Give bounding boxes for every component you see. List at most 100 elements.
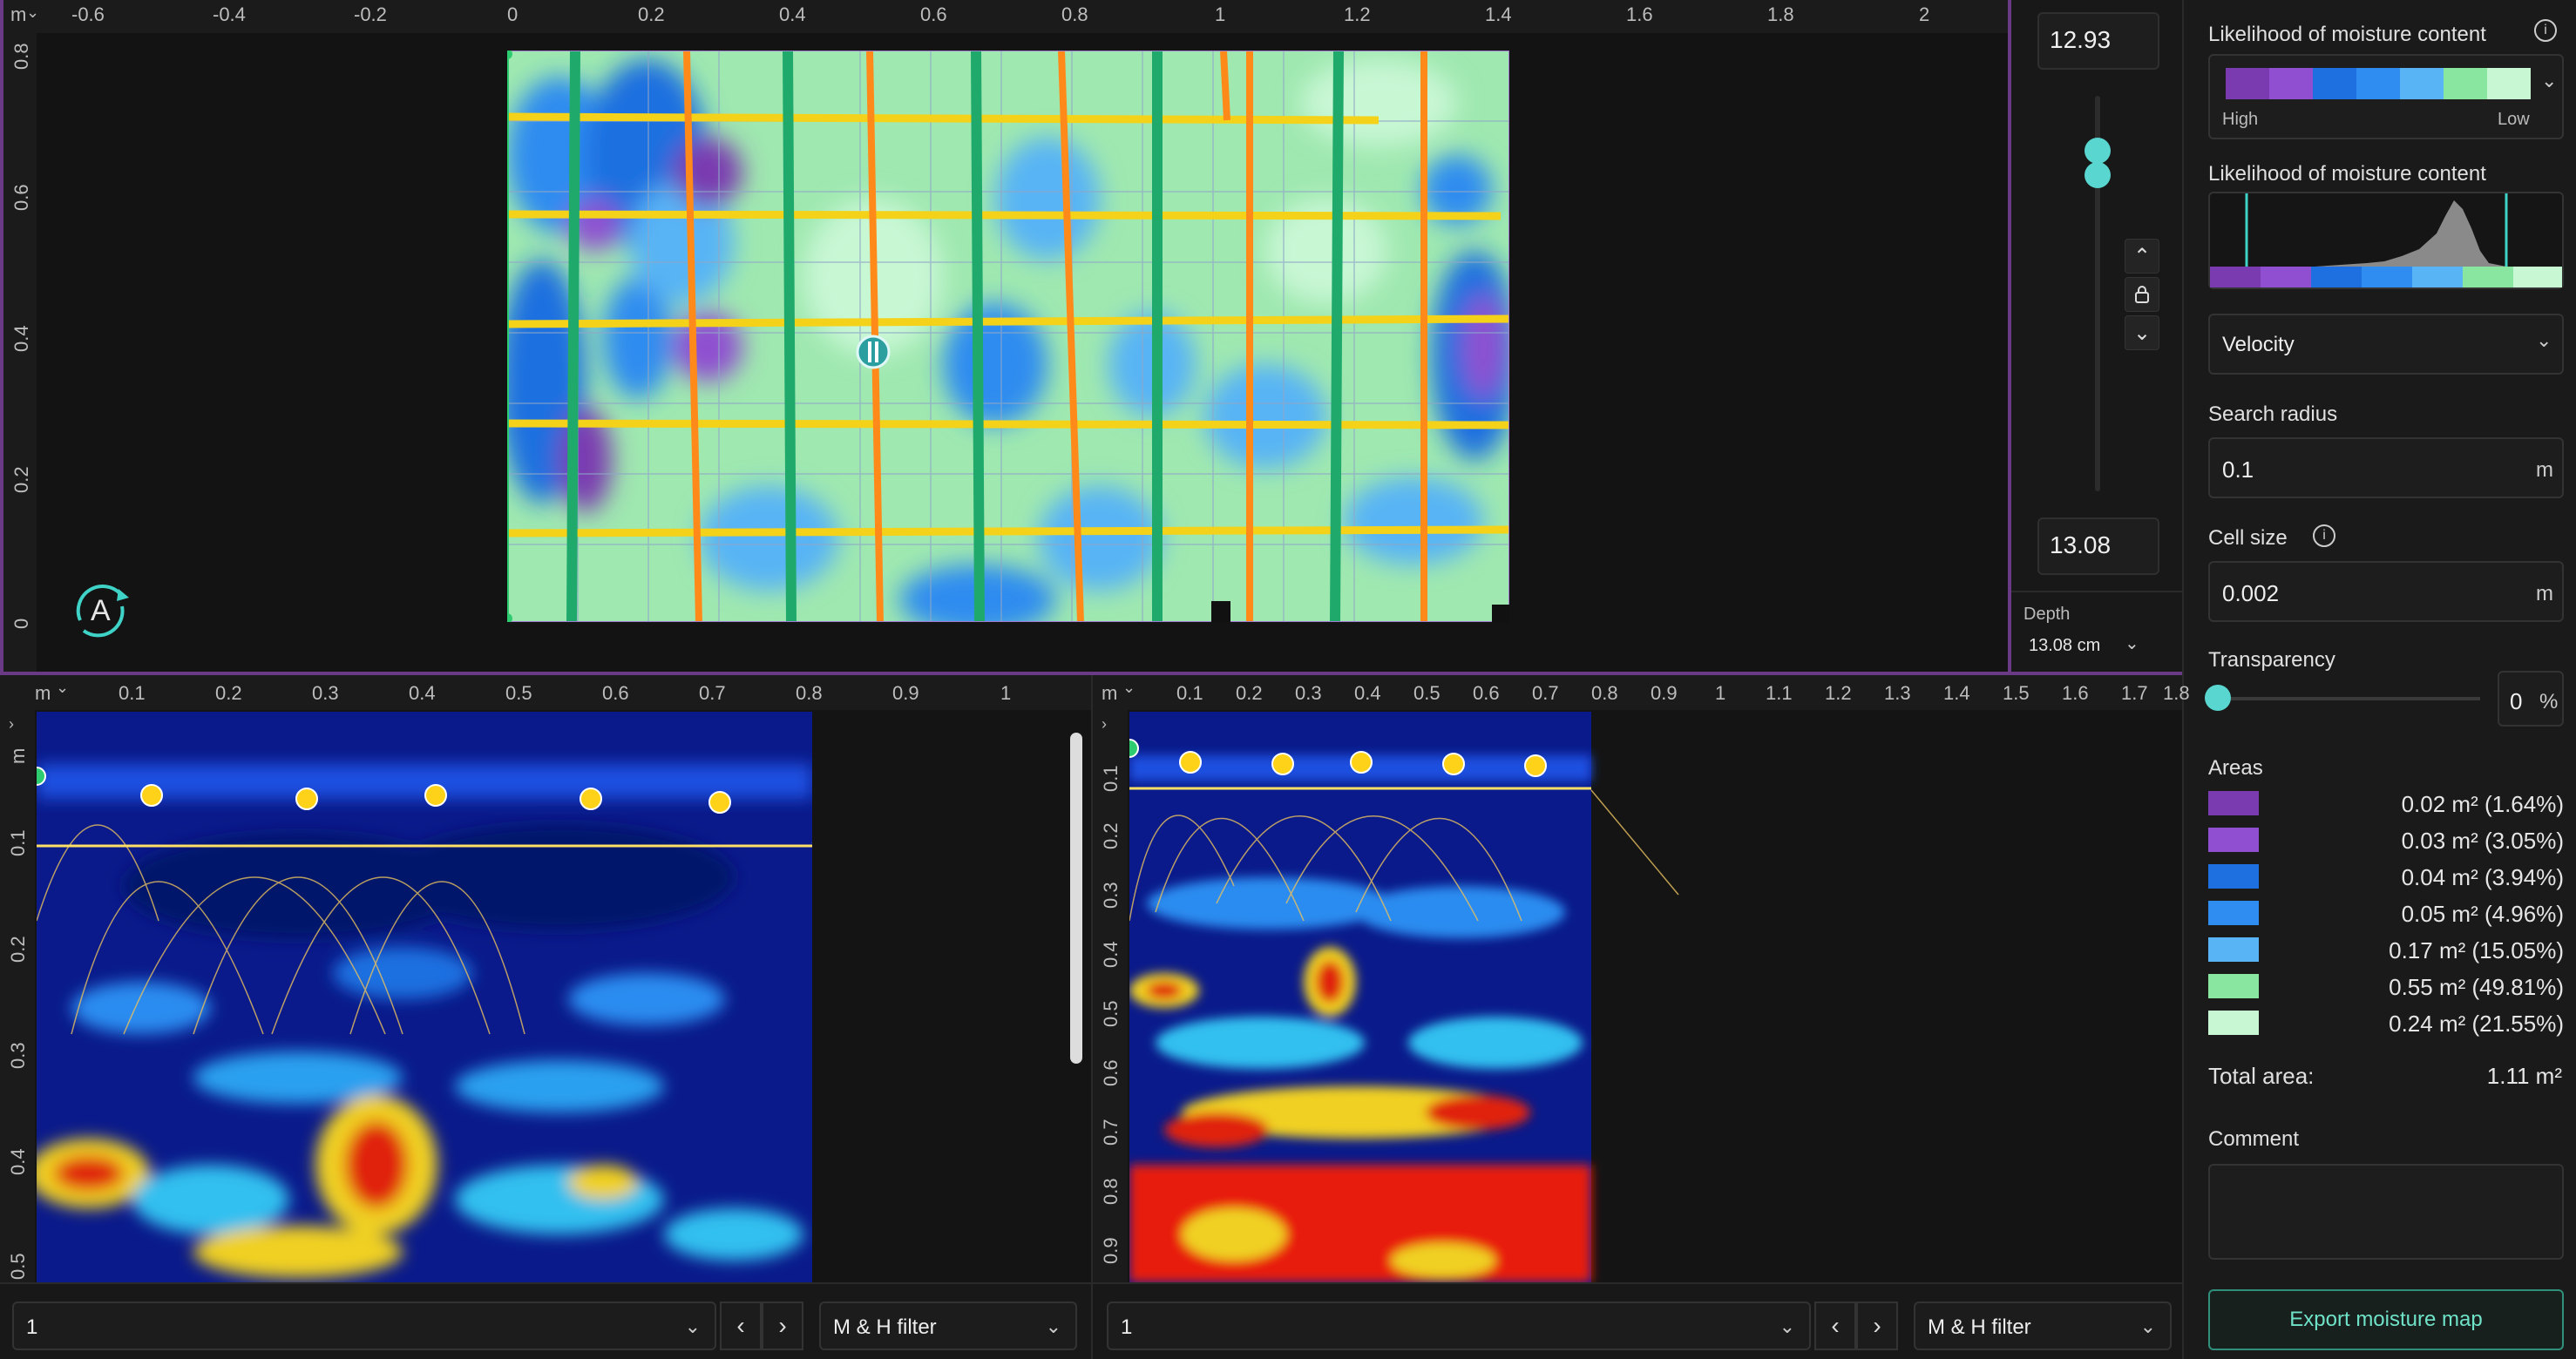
total-area-label: Total area: [2208, 1063, 2315, 1089]
radar-y-tick: 0.4 [1100, 941, 1122, 968]
area-value: 0.03 m² (3.05%) [2401, 828, 2564, 854]
north-compass[interactable]: A [66, 577, 136, 646]
prev-line-button[interactable]: ‹ [720, 1302, 762, 1350]
lock-icon[interactable] [2125, 277, 2159, 312]
radar-y-tick: 0.1 [7, 829, 29, 856]
map-x-tick: 0.8 [1061, 3, 1088, 25]
unit-chevron-icon[interactable]: ⌄ [1122, 679, 1135, 697]
area-row: 0.02 m² (1.64%) [2208, 788, 2564, 819]
map-y-tick: 0.6 [10, 184, 32, 211]
moisture-map-canvas[interactable] [507, 51, 1509, 622]
area-swatch [2208, 1011, 2259, 1035]
depth-value[interactable]: 13.08 cm [2029, 636, 2100, 656]
radar-x-tick: 1.1 [1766, 682, 1793, 704]
radar-y-tick: 0.1 [1100, 765, 1122, 792]
chevron-left-icon: ‹ [736, 1312, 745, 1339]
radargram-left-image[interactable] [37, 712, 812, 1282]
transparency-slider-handle[interactable] [2205, 685, 2231, 711]
radar-x-tick: 1.2 [1825, 682, 1852, 704]
velocity-dropdown[interactable]: Velocity ⌄ [2208, 314, 2564, 375]
transparency-unit: % [2539, 690, 2559, 713]
radargram-right-image[interactable] [1129, 712, 1739, 1282]
radar-y-tick: 0.2 [1100, 822, 1122, 849]
map-position-marker[interactable] [856, 335, 891, 369]
radar-y-tick: 0.8 [1100, 1178, 1122, 1205]
radar-right-toolbar: 1 ⌄ ‹ › M & H filter ⌄ [1093, 1282, 2182, 1359]
radar-x-tick: 0.6 [602, 682, 629, 704]
radar-left-toolbar: 1 ⌄ ‹ › M & H filter ⌄ [0, 1282, 1091, 1359]
radar-y-tick: 0.2 [7, 936, 29, 963]
radar-y-unit: m [7, 747, 29, 764]
export-moisture-map-button[interactable]: Export moisture map [2208, 1289, 2564, 1350]
divider [2011, 591, 2182, 592]
radar-y-tick: 0.7 [1100, 1119, 1122, 1146]
filter-select[interactable]: M & H filter ⌄ [819, 1302, 1077, 1350]
radar-right-y-ruler: › 0.1 0.2 0.3 0.4 0.5 0.6 0.7 0.8 0.9 [1093, 710, 1128, 1282]
transparency-slider-track[interactable] [2219, 697, 2480, 700]
unit-chevron-icon[interactable]: ⌄ [56, 679, 69, 697]
area-swatch [2208, 828, 2259, 852]
line-select[interactable]: 1 ⌄ [12, 1302, 716, 1350]
unit-chevron-icon[interactable]: › [9, 715, 14, 734]
area-swatch [2208, 791, 2259, 815]
radar-left-y-ruler: › m 0.1 0.2 0.3 0.4 0.5 [0, 710, 35, 1282]
search-radius-unit: m [2536, 458, 2553, 482]
filter-select[interactable]: M & H filter ⌄ [1914, 1302, 2172, 1350]
next-line-button[interactable]: › [762, 1302, 803, 1350]
radar-x-tick: 1.6 [2062, 682, 2089, 704]
chevron-up-icon[interactable]: ⌃ [2125, 239, 2159, 274]
chevron-down-icon: ⌄ [1779, 1315, 1795, 1337]
map-x-tick: 1.4 [1485, 3, 1512, 25]
radar-y-tick: 0.9 [1100, 1237, 1122, 1264]
info-icon[interactable]: i [2313, 524, 2335, 547]
map-y-tick: 0.4 [10, 325, 32, 352]
area-swatch [2208, 974, 2259, 998]
radar-x-tick: 1.7 [2121, 682, 2148, 704]
depth-bottom-field[interactable]: 13.08 [2037, 517, 2159, 575]
radar-x-tick: 0.1 [1176, 682, 1203, 704]
map-x-tick: 0.6 [920, 3, 947, 25]
info-icon[interactable]: i [2534, 19, 2557, 42]
area-value: 0.02 m² (1.64%) [2401, 791, 2564, 817]
map-y-ruler: 0.8 0.6 0.4 0.2 0 [3, 33, 37, 672]
depth-slider-handle-top[interactable] [2085, 138, 2111, 164]
comment-textarea[interactable] [2208, 1164, 2564, 1260]
radargram-right[interactable]: m ⌄ 0.1 0.2 0.3 0.4 0.5 0.6 0.7 0.8 0.9 … [1093, 675, 2190, 1359]
chevron-down-icon: ⌄ [2139, 1315, 2156, 1337]
radar-x-tick: 1.4 [1943, 682, 1970, 704]
search-radius-value: 0.1 [2222, 456, 2254, 483]
next-line-button[interactable]: › [1856, 1302, 1898, 1350]
radar-y-tick: 0.3 [1100, 882, 1122, 909]
radargram-left[interactable]: m ⌄ 0.1 0.2 0.3 0.4 0.5 0.6 0.7 0.8 0.9 … [0, 675, 1093, 1359]
radar-x-tick: 0.1 [119, 682, 146, 704]
unit-chevron-icon[interactable]: ⌄ [26, 3, 39, 22]
radar-x-tick: 0.9 [892, 682, 919, 704]
vertical-scrollbar[interactable] [1070, 733, 1082, 1064]
search-radius-field[interactable]: 0.1 m [2208, 437, 2564, 498]
moisture-map-view[interactable]: m ⌄ -0.6 -0.4 -0.2 0 0.2 0.4 0.6 0.8 1 1… [0, 0, 2011, 675]
area-row: 0.55 m² (49.81%) [2208, 970, 2564, 1002]
depth-chevron-icon[interactable]: ⌄ [2125, 632, 2139, 654]
moisture-histogram[interactable] [2208, 192, 2564, 289]
line-select-value: 1 [26, 1315, 38, 1339]
radar-x-tick: 0.2 [1236, 682, 1263, 704]
line-select[interactable]: 1 ⌄ [1107, 1302, 1811, 1350]
prev-line-button[interactable]: ‹ [1814, 1302, 1856, 1350]
line-select-value: 1 [1121, 1315, 1133, 1339]
unit-chevron-icon[interactable]: › [1102, 715, 1107, 734]
map-x-tick: 1.2 [1344, 3, 1371, 25]
radar-y-tick: 0.4 [7, 1148, 29, 1175]
area-row: 0.24 m² (21.55%) [2208, 1007, 2564, 1038]
depth-panel: 12.93 ⌃ ⌄ 13.08 Depth 13.08 cm ⌄ [2011, 0, 2182, 675]
depth-top-field[interactable]: 12.93 [2037, 12, 2159, 70]
radar-x-tick: 1 [1000, 682, 1012, 704]
legend-low-label: Low [2498, 110, 2530, 129]
cell-size-field[interactable]: 0.002 m [2208, 561, 2564, 622]
transparency-field[interactable]: 0 % [2498, 671, 2564, 727]
area-swatch [2208, 901, 2259, 925]
radar-y-tick: 0.3 [7, 1042, 29, 1069]
depth-slider-handle-bottom[interactable] [2085, 162, 2111, 188]
color-scale-dropdown[interactable]: ⌄ High Low [2208, 54, 2564, 139]
chevron-down-icon[interactable]: ⌄ [2125, 315, 2159, 350]
color-scale-bar [2226, 68, 2531, 99]
